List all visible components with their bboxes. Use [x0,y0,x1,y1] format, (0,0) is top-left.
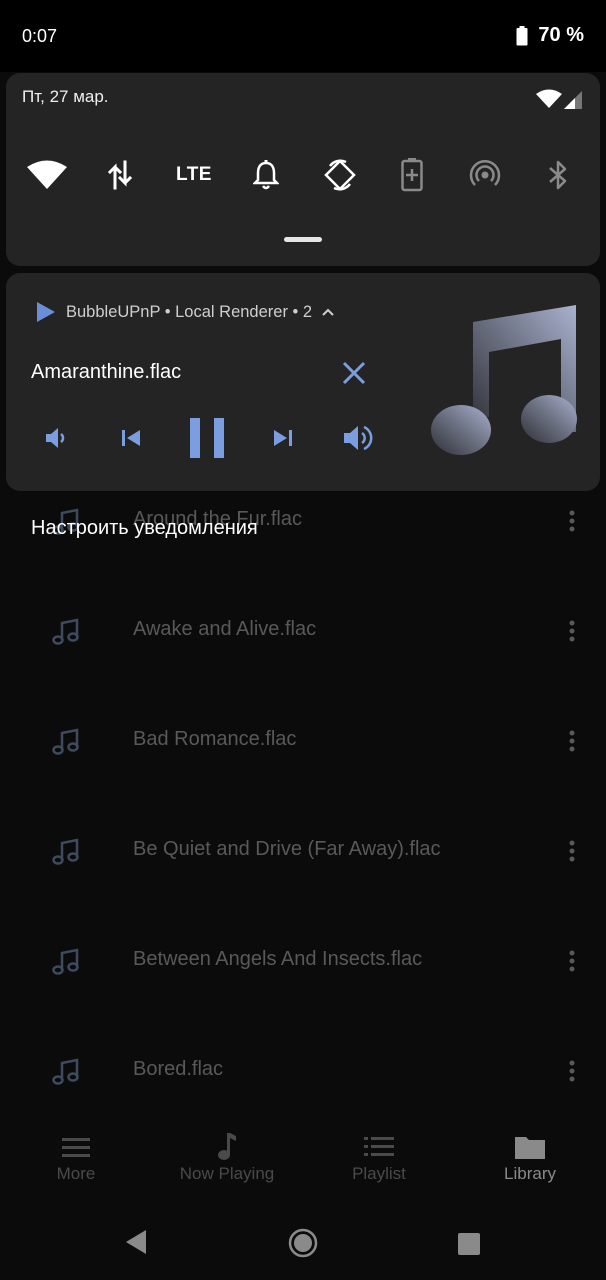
list-item[interactable]: Awake and Alive.flac [0,576,606,686]
clock: 0:07 [22,26,58,46]
auto-rotate-icon [324,159,356,191]
track-title: Awake and Alive.flac [133,618,317,640]
music-note-icon [52,728,79,755]
music-note-icon [52,1058,79,1085]
skip-previous-icon [122,430,140,446]
music-note-icon [52,618,79,645]
nav-library[interactable]: Library [454,1130,606,1184]
mobile-data-tile[interactable] [100,155,140,195]
previous-button[interactable] [116,423,146,453]
quick-settings-tiles: LTE [6,155,600,195]
wifi-signal-icon [536,89,562,108]
playlist-icon [364,1137,394,1156]
list-item[interactable]: Be Quiet and Drive (Far Away).flac [0,796,606,906]
track-title: Be Quiet and Drive (Far Away).flac [133,838,441,860]
media-source-label: BubbleUPnP • Local Renderer • 2 [66,302,313,321]
more-vert-icon[interactable] [568,950,576,972]
sound-tile[interactable] [246,155,286,195]
drag-handle[interactable] [284,237,322,242]
music-note-icon [52,948,79,975]
list-item[interactable]: Bad Romance.flac [0,686,606,796]
more-vert-icon[interactable] [568,840,576,862]
nav-more[interactable]: More [0,1130,152,1184]
menu-icon [62,1138,90,1157]
volume-up-button[interactable] [340,420,376,456]
nav-playlist-label: Playlist [352,1164,406,1183]
battery-saver-tile[interactable] [392,155,432,195]
wifi-tile[interactable] [27,155,67,195]
status-bar: 0:07 70 % [0,0,606,72]
date-label: Пт, 27 мар. [22,87,109,106]
recents-icon[interactable] [457,1232,481,1256]
volume-down-icon [46,428,65,448]
chevron-up-icon[interactable] [322,308,334,316]
next-button[interactable] [268,423,298,453]
auto-rotate-tile[interactable] [320,155,360,195]
configure-notifications-link[interactable]: Настроить уведомления [31,517,258,540]
status-right: 70 % [516,24,584,47]
media-notification[interactable]: BubbleUPnP • Local Renderer • 2 Amaranth… [6,273,600,491]
nav-library-label: Library [504,1164,556,1183]
hotspot-icon [469,159,501,186]
nav-now-playing-label: Now Playing [179,1164,275,1183]
media-header: BubbleUPnP • Local Renderer • 2 [36,301,334,323]
folder-icon [515,1137,545,1159]
volume-down-button[interactable] [40,423,70,453]
wifi-icon [27,160,67,189]
pause-icon [190,418,224,458]
list-item[interactable]: Between Angels And Insects.flac [0,906,606,1016]
bubbleupnp-play-icon [37,302,55,322]
music-note-icon [52,838,79,865]
volume-up-icon [344,425,373,451]
nav-playlist[interactable]: Playlist [303,1130,455,1184]
media-title: Amaranthine.flac [31,361,182,383]
music-note-icon [218,1133,236,1160]
more-vert-icon[interactable] [568,1060,576,1082]
skip-next-icon [274,430,292,446]
track-title: Bored.flac [133,1058,224,1080]
track-title: Bad Romance.flac [133,728,297,750]
lte-label: LTE [176,164,212,185]
bottom-navigation: More Now Playing Playlist Library [0,1130,606,1200]
cell-signal-icon [564,91,582,109]
hotspot-tile[interactable] [465,155,505,195]
signal-indicators [536,89,582,109]
bell-icon [253,160,279,190]
bluetooth-tile[interactable] [538,155,578,195]
more-vert-icon[interactable] [568,620,576,642]
track-title: Between Angels And Insects.flac [133,948,423,970]
data-transfer-icon [107,160,133,190]
quick-settings-panel: Пт, 27 мар. LTE [6,73,600,266]
album-art-music-note-icon [431,305,577,455]
pause-button[interactable] [186,415,228,461]
battery-icon [516,25,528,45]
home-icon[interactable] [288,1228,318,1258]
nav-now-playing[interactable]: Now Playing [151,1130,303,1184]
list-item[interactable]: Bored.flac [0,1016,606,1126]
nav-more-label: More [56,1164,96,1183]
battery-percent: 70 % [538,24,584,46]
more-vert-icon[interactable] [568,730,576,752]
bluetooth-icon [549,160,567,190]
lte-tile[interactable]: LTE [172,155,216,195]
system-navigation-bar [0,1206,606,1280]
more-vert-icon[interactable] [568,510,576,532]
close-icon[interactable] [340,359,368,387]
battery-saver-icon [401,158,423,192]
back-icon[interactable] [124,1228,148,1256]
